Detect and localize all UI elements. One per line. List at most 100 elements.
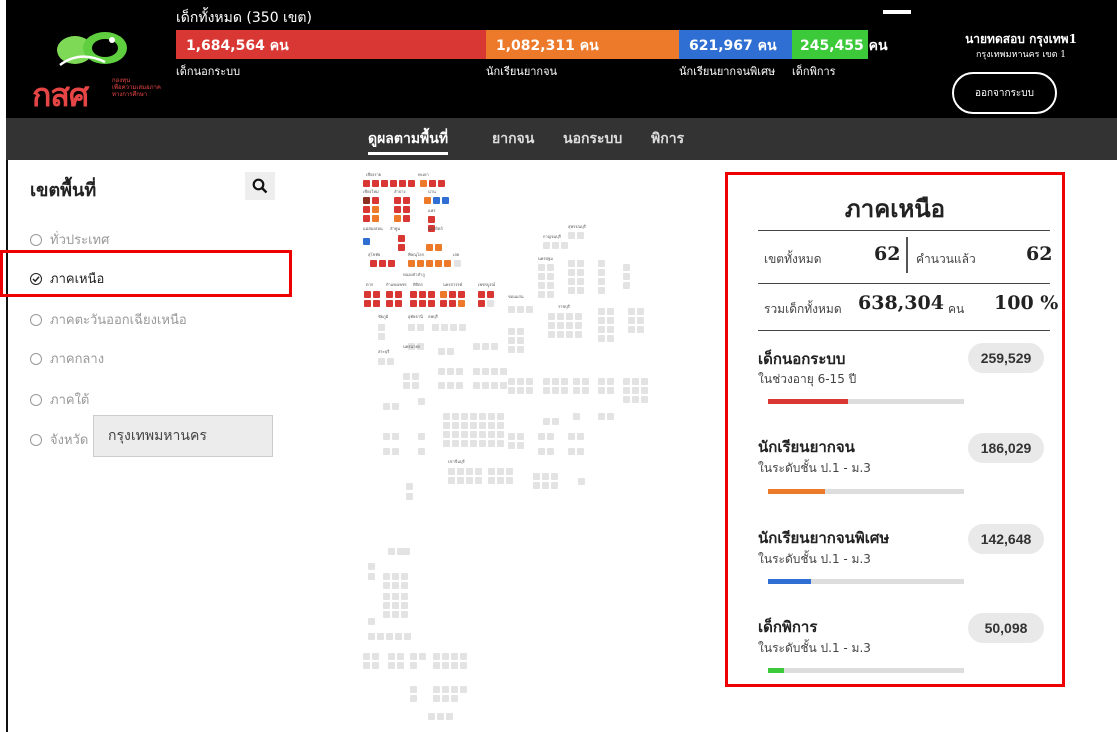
zone-tile[interactable] [424, 197, 431, 204]
zone-tile[interactable] [488, 431, 495, 438]
zone-tile[interactable] [433, 662, 440, 669]
zone-tile[interactable] [508, 346, 515, 353]
zone-tile[interactable] [447, 382, 454, 389]
zone-tile[interactable] [628, 326, 635, 333]
bar-poor-students[interactable]: 1,082,311 คน [486, 30, 679, 59]
zone-tile[interactable] [568, 232, 575, 239]
zone-tile[interactable] [526, 387, 533, 394]
zone-tile[interactable] [388, 662, 395, 669]
zone-tile[interactable] [470, 413, 477, 420]
zone-tile[interactable] [363, 180, 370, 187]
zone-tile[interactable] [440, 300, 447, 307]
zone-tile[interactable] [460, 662, 467, 669]
zone-tile[interactable] [547, 282, 554, 289]
zone-tile[interactable] [568, 269, 575, 276]
zone-tile[interactable] [461, 413, 468, 420]
zone-tile[interactable] [607, 317, 614, 324]
zone-tile[interactable] [381, 180, 388, 187]
zone-tile[interactable] [548, 331, 555, 338]
zone-tile[interactable] [412, 373, 419, 380]
zone-tile[interactable] [577, 260, 584, 267]
radio-province[interactable]: จังหวัด [30, 429, 88, 450]
zone-tile[interactable] [479, 440, 486, 447]
zone-tile[interactable] [573, 413, 580, 420]
zone-tile[interactable] [394, 206, 401, 213]
zone-tile[interactable] [641, 396, 648, 403]
zone-tile[interactable] [628, 317, 635, 324]
zone-tile[interactable] [451, 662, 458, 669]
zone-tile[interactable] [443, 440, 450, 447]
zone-tile[interactable] [460, 653, 467, 660]
zone-tile[interactable] [598, 260, 605, 267]
zone-tile[interactable] [418, 398, 425, 405]
zone-tile[interactable] [377, 633, 384, 640]
zone-tile[interactable] [433, 695, 440, 702]
zone-tile[interactable] [410, 695, 417, 702]
zone-tile[interactable] [437, 713, 444, 720]
zone-tile[interactable] [533, 473, 540, 480]
zone-tile[interactable] [488, 422, 495, 429]
zone-tile[interactable] [459, 324, 466, 331]
zone-tile[interactable] [488, 477, 495, 484]
zone-tile[interactable] [372, 662, 379, 669]
zone-tile[interactable] [577, 448, 584, 455]
zone-tile[interactable] [473, 368, 480, 375]
zone-tile[interactable] [508, 442, 515, 449]
zone-tile[interactable] [368, 563, 375, 570]
zone-tile[interactable] [383, 611, 390, 618]
zone-tile[interactable] [561, 242, 568, 249]
zone-tile[interactable] [543, 242, 550, 249]
zone-tile[interactable] [378, 358, 385, 365]
zone-tile[interactable] [370, 260, 377, 267]
zone-tile[interactable] [488, 468, 495, 475]
zone-tile[interactable] [552, 387, 559, 394]
zone-tile[interactable] [451, 695, 458, 702]
zone-tile[interactable] [451, 653, 458, 660]
zone-tile[interactable] [450, 324, 457, 331]
zone-tile[interactable] [506, 477, 513, 484]
zone-tile[interactable] [470, 431, 477, 438]
zone-tile[interactable] [497, 422, 504, 429]
zone-tile[interactable] [442, 653, 449, 660]
zone-tile[interactable] [479, 422, 486, 429]
zone-tile[interactable] [364, 300, 371, 307]
zone-tile[interactable] [404, 633, 411, 640]
zone-tile[interactable] [442, 695, 449, 702]
zone-tile[interactable] [446, 713, 453, 720]
zone-tile[interactable] [479, 431, 486, 438]
zone-tile[interactable] [561, 378, 568, 385]
zone-tile[interactable] [457, 468, 464, 475]
zone-tile[interactable] [632, 387, 639, 394]
zone-tile[interactable] [458, 291, 465, 298]
zone-tile[interactable] [378, 324, 385, 331]
zone-tile[interactable] [442, 197, 449, 204]
zone-tile[interactable] [397, 662, 404, 669]
zone-tile[interactable] [623, 273, 630, 280]
zone-tile[interactable] [598, 308, 605, 315]
zone-tile[interactable] [517, 337, 524, 344]
zone-tile[interactable] [401, 593, 408, 600]
zone-tile[interactable] [401, 611, 408, 618]
zone-tile[interactable] [542, 473, 549, 480]
zone-tile[interactable] [641, 378, 648, 385]
zone-tile[interactable] [441, 324, 448, 331]
zone-tile[interactable] [435, 260, 442, 267]
zone-tile[interactable] [568, 260, 575, 267]
zone-tile[interactable] [582, 378, 589, 385]
zone-tile[interactable] [557, 331, 564, 338]
zone-tile[interactable] [401, 573, 408, 580]
zone-tile[interactable] [372, 653, 379, 660]
zone-tile[interactable] [497, 440, 504, 447]
zone-tile[interactable] [395, 633, 402, 640]
zone-tile[interactable] [452, 440, 459, 447]
zone-tile[interactable] [482, 368, 489, 375]
zone-tile[interactable] [566, 313, 573, 320]
zone-tile[interactable] [461, 422, 468, 429]
zone-tile[interactable] [568, 448, 575, 455]
zone-tile[interactable] [406, 493, 413, 500]
zone-tile[interactable] [410, 686, 417, 693]
zone-tile[interactable] [538, 448, 545, 455]
zone-tile[interactable] [419, 653, 426, 660]
zone-tile[interactable] [428, 713, 435, 720]
zone-tile[interactable] [598, 326, 605, 333]
